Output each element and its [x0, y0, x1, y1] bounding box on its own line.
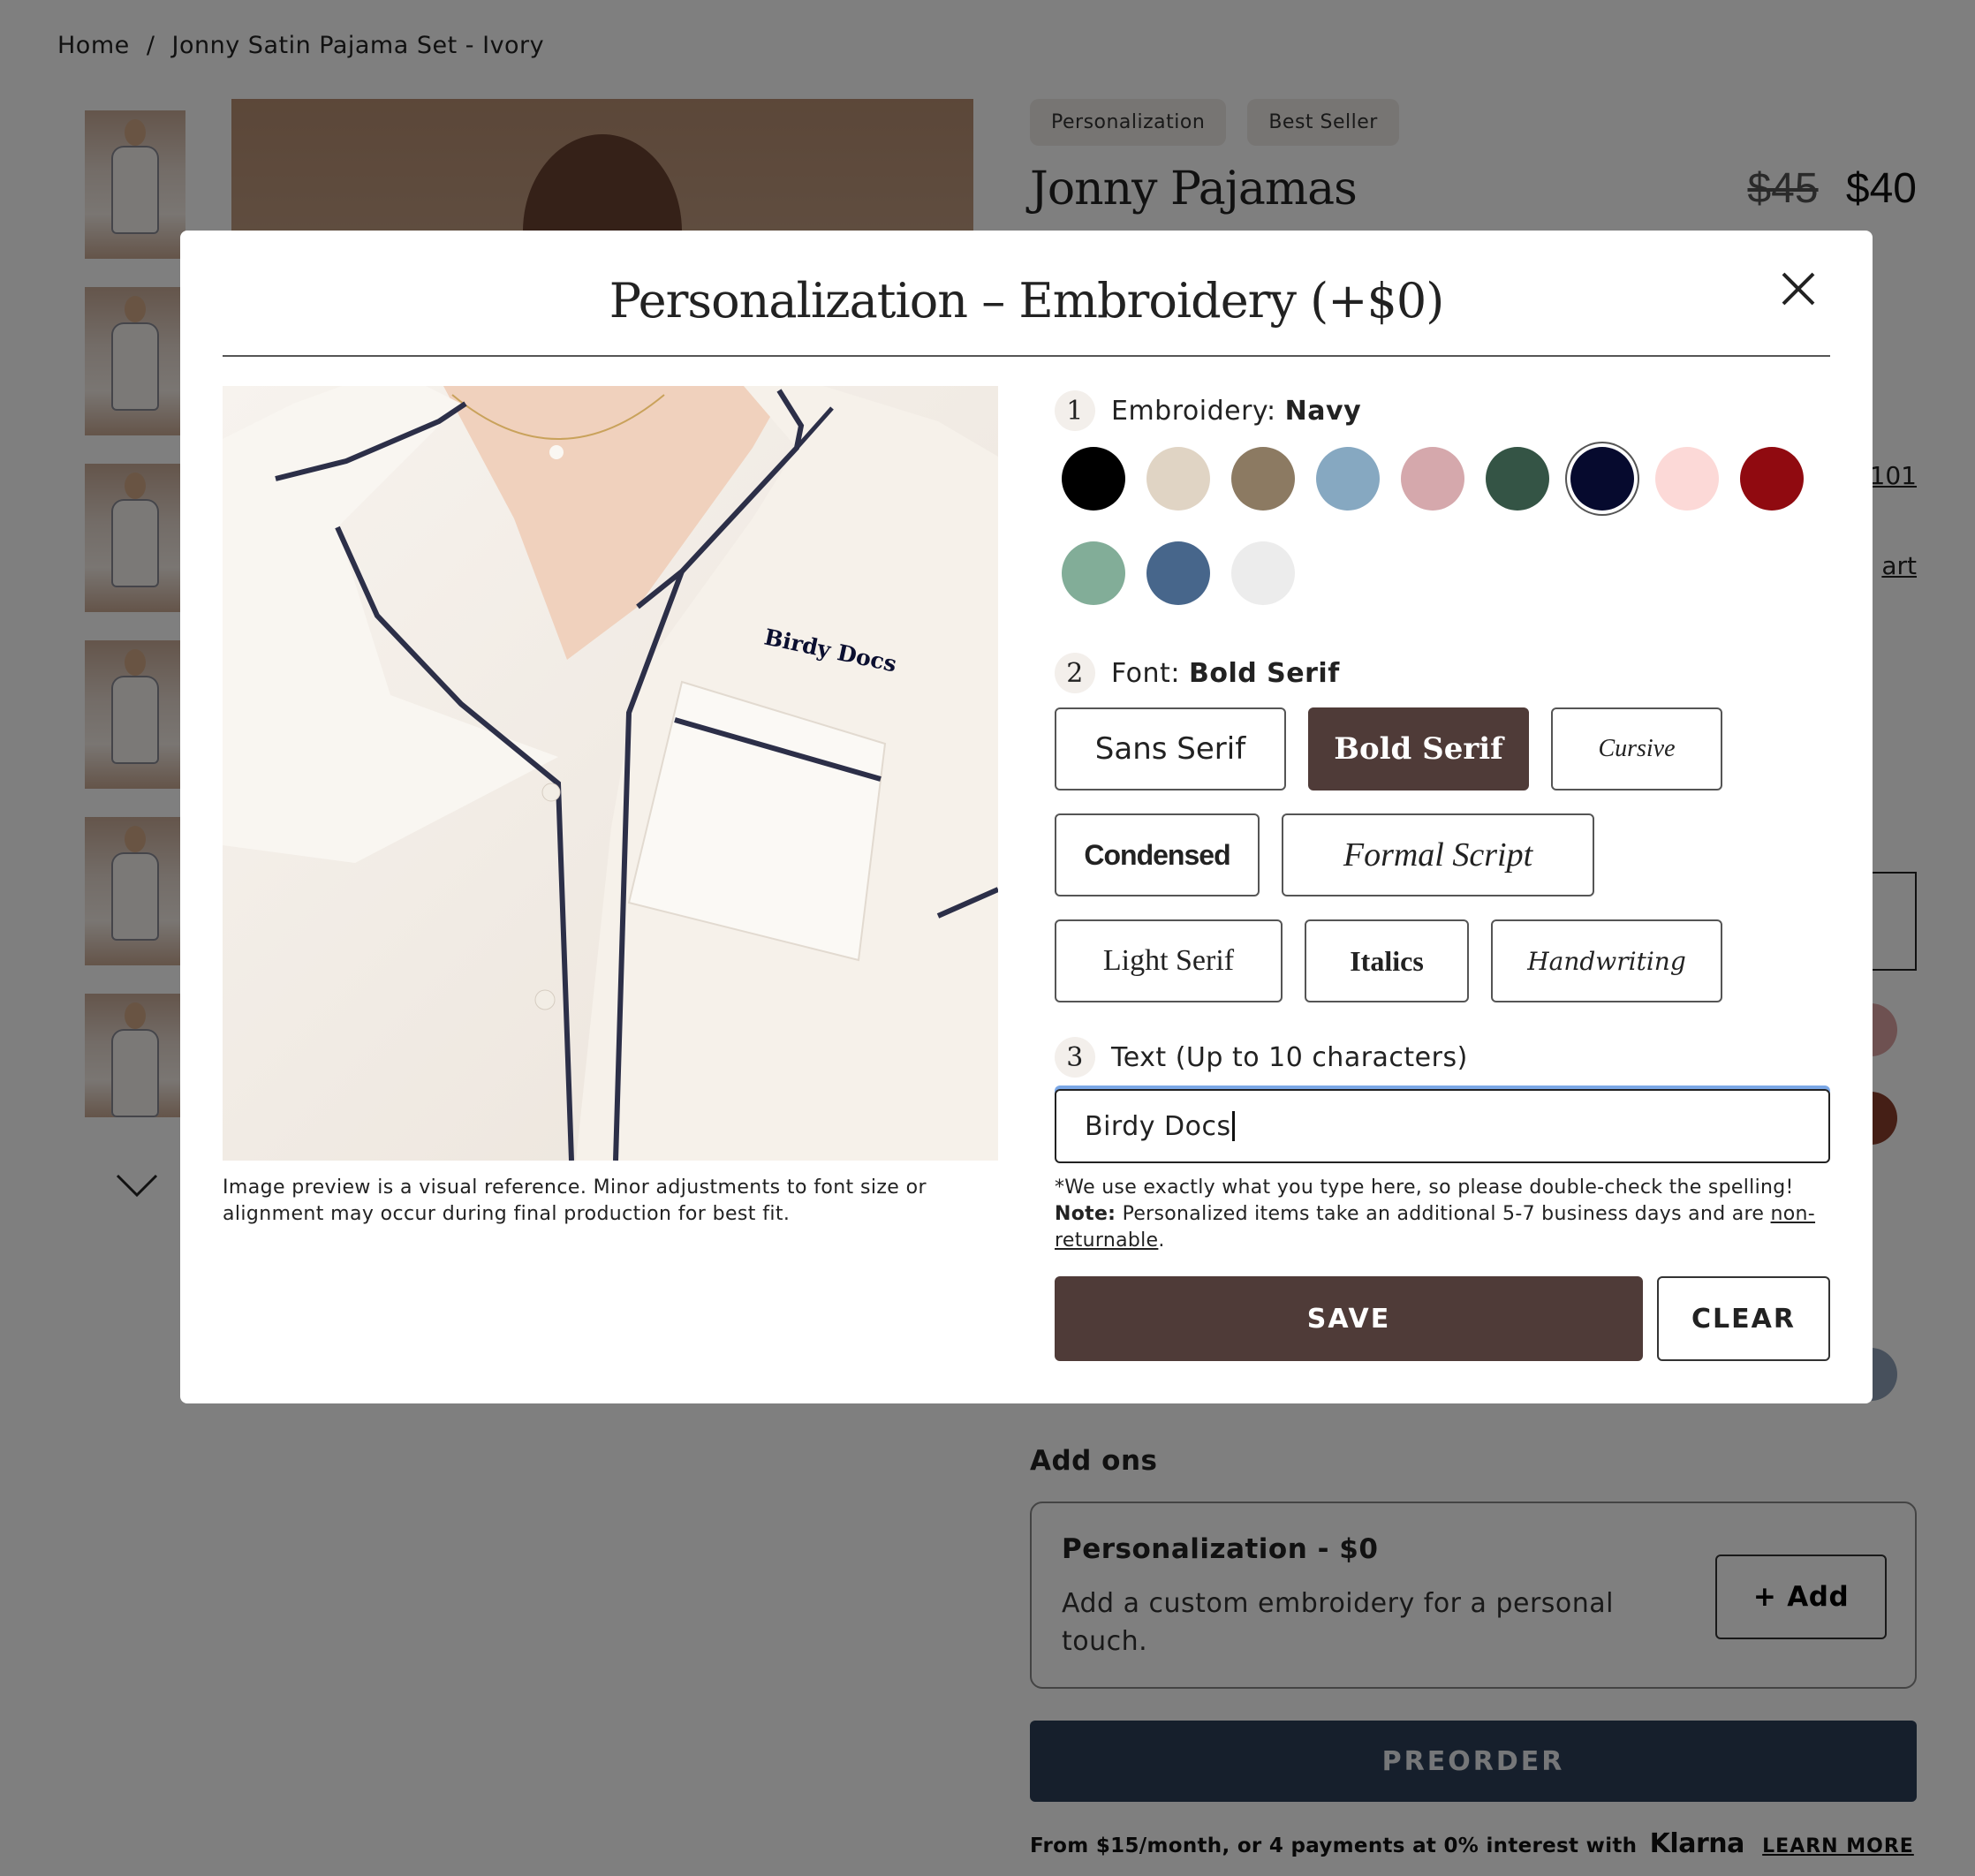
- font-option-italics[interactable]: Italics: [1305, 919, 1469, 1002]
- personalization-notes: *We use exactly what you type here, so p…: [1055, 1175, 1832, 1254]
- note-text: Personalized items take an additional 5-…: [1122, 1203, 1765, 1225]
- divider: [223, 355, 1830, 357]
- color-swatch-dusty-pink[interactable]: [1401, 447, 1464, 511]
- step-text: 3 Text (Up to 10 characters): [1055, 1037, 1468, 1078]
- spelling-note: *We use exactly what you type here, so p…: [1055, 1176, 1794, 1199]
- text-caret: [1231, 1111, 1235, 1141]
- font-option-handwriting[interactable]: Handwriting: [1491, 919, 1722, 1002]
- step-number: 2: [1055, 653, 1095, 693]
- step-number: 1: [1055, 390, 1095, 431]
- color-swatch-red[interactable]: [1740, 447, 1804, 511]
- note-end: .: [1158, 1229, 1165, 1252]
- font-option-formal-script[interactable]: Formal Script: [1282, 813, 1594, 896]
- close-icon: [1782, 272, 1815, 306]
- color-swatch-blush[interactable]: [1655, 447, 1719, 511]
- embroidery-text-input[interactable]: Birdy Docs: [1055, 1089, 1830, 1163]
- note-label: Note:: [1055, 1203, 1116, 1225]
- step-embroidery-color: 1 Embroidery: Navy: [1055, 390, 1361, 431]
- font-option-condensed[interactable]: Condensed: [1055, 813, 1260, 896]
- step-font: 2 Font: Bold Serif: [1055, 653, 1340, 693]
- color-swatch-slate-blue[interactable]: [1146, 541, 1210, 605]
- font-option-bold-serif[interactable]: Bold Serif: [1308, 707, 1529, 790]
- close-button[interactable]: [1772, 262, 1825, 315]
- embroidery-text-value: Birdy Docs: [1085, 1110, 1231, 1142]
- step-number: 3: [1055, 1037, 1095, 1078]
- color-swatch-light-blue[interactable]: [1316, 447, 1380, 511]
- color-swatch-white[interactable]: [1231, 541, 1295, 605]
- embroidery-preview-image: Birdy Docs: [223, 386, 998, 1161]
- personalization-modal: Personalization – Embroidery (+$0) Birdy…: [180, 231, 1873, 1403]
- step-label: Text (Up to 10 characters): [1111, 1041, 1468, 1073]
- step-label: Embroidery:: [1111, 395, 1276, 427]
- color-swatch-taupe[interactable]: [1231, 447, 1295, 511]
- color-swatch-sage[interactable]: [1062, 541, 1125, 605]
- preview-caption: Image preview is a visual reference. Min…: [223, 1176, 927, 1225]
- clear-button[interactable]: CLEAR: [1657, 1276, 1830, 1361]
- step-label: Font:: [1111, 657, 1180, 689]
- modal-title: Personalization – Embroidery (+$0): [609, 273, 1445, 329]
- color-swatch-navy[interactable]: [1570, 447, 1634, 511]
- save-button[interactable]: SAVE: [1055, 1276, 1643, 1361]
- color-swatch-black[interactable]: [1062, 447, 1125, 511]
- selected-color-label: Navy: [1284, 395, 1362, 427]
- font-option-light-serif[interactable]: Light Serif: [1055, 919, 1283, 1002]
- color-swatch-forest[interactable]: [1486, 447, 1549, 511]
- selected-font-label: Bold Serif: [1188, 657, 1340, 689]
- font-option-cursive[interactable]: Cursive: [1551, 707, 1722, 790]
- color-swatch-beige[interactable]: [1146, 447, 1210, 511]
- font-option-sans-serif[interactable]: Sans Serif: [1055, 707, 1286, 790]
